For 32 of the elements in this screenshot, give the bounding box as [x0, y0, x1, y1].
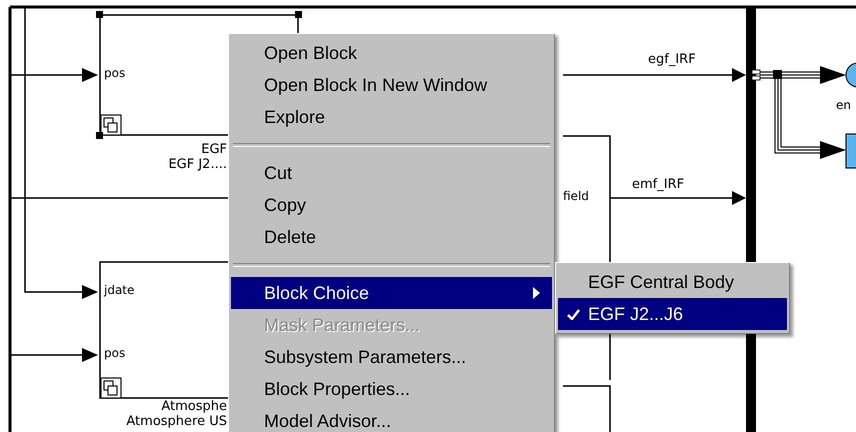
- subsystem-icon: [100, 378, 122, 398]
- block-name: Atmosphere US: [126, 414, 227, 429]
- selection-handle[interactable]: [295, 11, 302, 18]
- scope-block[interactable]: [846, 134, 856, 168]
- block-name: EGF J2....: [168, 157, 227, 172]
- selection-handle[interactable]: [96, 11, 103, 18]
- menu-item[interactable]: Explore: [231, 101, 552, 133]
- menu-item[interactable]: Cut: [231, 157, 552, 189]
- menu-item[interactable]: Model Advisor...: [231, 405, 552, 432]
- port-label: pos: [104, 66, 126, 80]
- port-label: pos: [104, 346, 126, 360]
- menu-item[interactable]: Copy: [231, 189, 552, 221]
- port-label: field: [563, 189, 589, 203]
- output-port-icon[interactable]: [846, 62, 856, 88]
- subsystem-icon: [100, 114, 122, 136]
- menu-item[interactable]: Block Choice: [231, 277, 552, 309]
- block-name: EGF: [201, 142, 227, 157]
- signal-label: emf_IRF: [632, 177, 684, 192]
- menu-item[interactable]: Block Properties...: [231, 373, 552, 405]
- menu-item[interactable]: EGF Central Body: [558, 266, 787, 298]
- block-name: en: [836, 98, 851, 112]
- menu-item[interactable]: Open Block In New Window: [231, 69, 552, 101]
- menu-item[interactable]: EGF J2...J6: [558, 298, 787, 330]
- block-name: Atmosphe: [161, 399, 227, 414]
- bus-connector-drawing: [752, 70, 760, 80]
- port-label: jdate: [104, 283, 134, 297]
- menu-item[interactable]: Delete: [231, 221, 552, 253]
- signal-label: egf_IRF: [648, 52, 696, 67]
- menu-item[interactable]: Open Block: [231, 37, 552, 69]
- selection-handle[interactable]: [96, 132, 103, 139]
- block-outline[interactable]: [563, 385, 611, 432]
- menu-item[interactable]: Subsystem Parameters...: [231, 341, 552, 373]
